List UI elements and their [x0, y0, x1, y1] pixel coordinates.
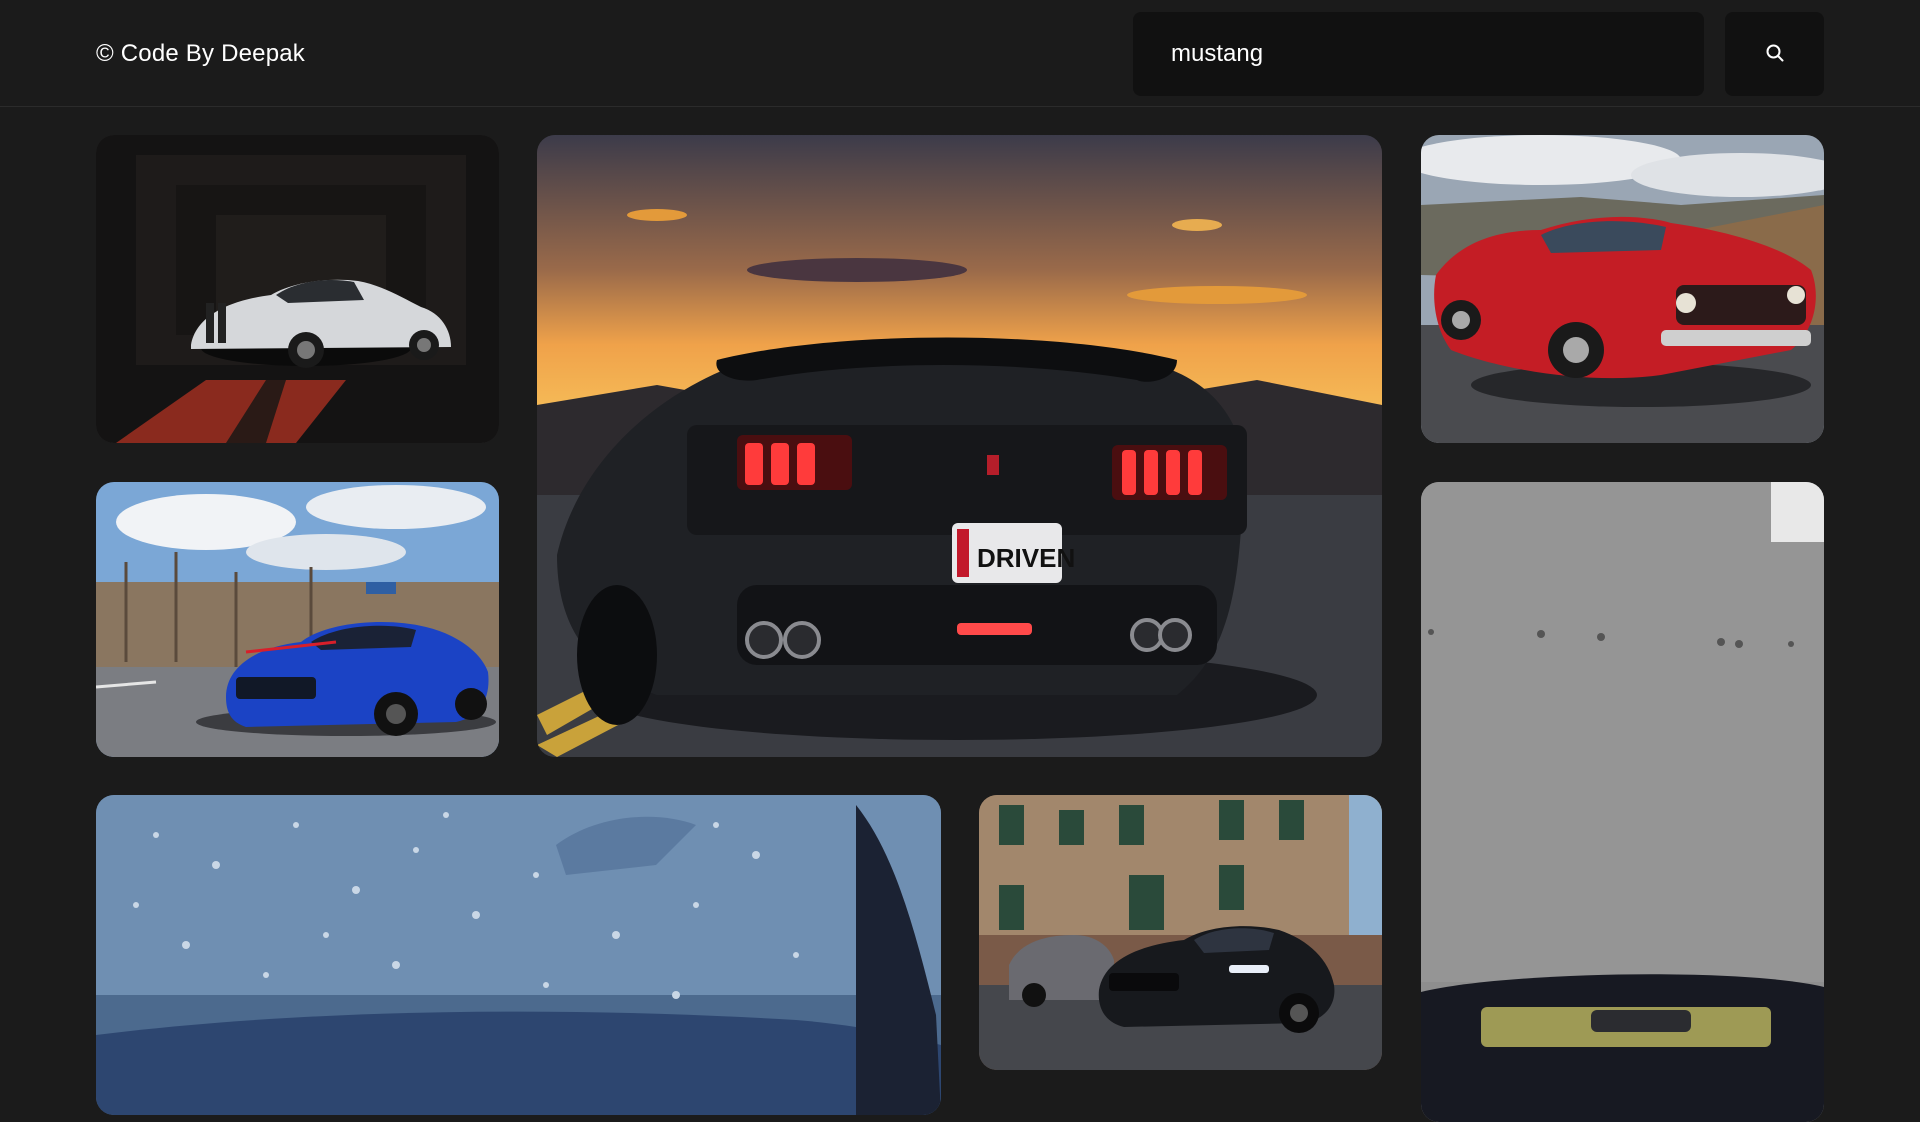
gallery-photo-white-mustang[interactable]	[96, 135, 499, 443]
gallery-photo-red-classic-mustang[interactable]	[1421, 135, 1824, 443]
photo-image	[979, 795, 1382, 1070]
photo-image: DRIVEN	[537, 135, 1382, 757]
photo-gallery: DRIVEN	[0, 0, 1920, 1122]
gallery-photo-grey-wall-car[interactable]	[1421, 482, 1824, 1122]
photo-image	[1421, 482, 1824, 1122]
photo-image	[96, 482, 499, 757]
photo-image	[96, 135, 499, 443]
photo-image	[96, 795, 941, 1115]
photo-image	[1421, 135, 1824, 443]
gallery-photo-wet-blue-hood[interactable]	[96, 795, 941, 1115]
gallery-photo-blue-shelby[interactable]	[96, 482, 499, 757]
gallery-photo-black-mustang-building[interactable]	[979, 795, 1382, 1070]
gallery-photo-black-shelby-sunset[interactable]: DRIVEN	[537, 135, 1382, 757]
license-plate-text: DRIVEN	[977, 543, 1075, 573]
